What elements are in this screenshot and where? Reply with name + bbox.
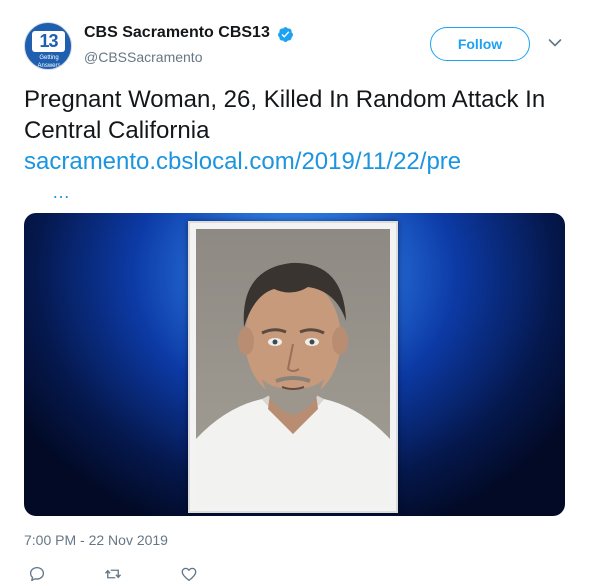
chevron-down-icon[interactable] [548,38,562,48]
follow-button[interactable]: Follow [430,27,530,61]
retweet-icon[interactable] [104,565,122,583]
verified-badge-icon [278,27,293,42]
logo-number: 13 [39,31,58,51]
link-ellipsis[interactable]: … [52,182,71,203]
display-name[interactable]: CBS Sacramento CBS13 [84,24,270,42]
mugshot-photo [196,229,390,507]
avatar[interactable]: 13 Getting Answers [24,22,72,70]
logo-tagline: Getting Answers [37,55,61,69]
heart-icon[interactable] [180,565,198,583]
tweet-text: Pregnant Woman, 26, Killed In Random Att… [24,86,546,144]
tweet-timestamp[interactable]: 7:00 PM - 22 Nov 2019 [24,532,168,548]
reply-icon[interactable] [28,565,46,583]
tweet-media-image[interactable] [24,213,565,516]
mugshot-frame [188,221,398,513]
mugshot-illustration [196,262,390,507]
tweet-link[interactable]: sacramento.cbslocal.com/2019/11/22/pre [24,146,461,177]
handle[interactable]: @CBSSacramento [84,49,202,65]
